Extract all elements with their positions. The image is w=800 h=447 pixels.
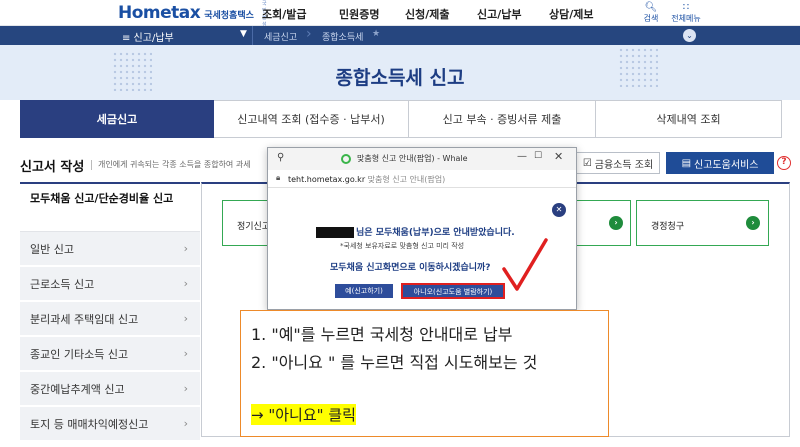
menu-certificate[interactable]: 민원증명 [339, 6, 379, 22]
popup-address-bar: 🔒︎ teht.hometax.go.kr 맞춤형 신고 안내(팝업) [268, 170, 576, 188]
chevron-right-icon: › [183, 347, 188, 360]
chevron-right-icon: › [183, 312, 188, 325]
menu-inquiry[interactable]: 조회/발급 [262, 6, 307, 22]
card-label: 경정청구 [651, 222, 685, 232]
menu-application[interactable]: 신청/제출 [405, 6, 450, 22]
section-description: 개인에게 귀속되는 각종 소득을 종합하여 과세 [98, 160, 251, 169]
side-item-housing-rental[interactable]: 분리과세 주택임대 신고 › [20, 302, 200, 336]
menu-consult[interactable]: 상담/제보 [549, 6, 594, 22]
popup-dismiss-icon[interactable]: ✕ [552, 203, 566, 217]
side-item-label: 분리과세 주택임대 신고 [30, 312, 139, 326]
side-item-label: 토지 등 매매차익예정신고 [30, 417, 149, 431]
favicon-icon [341, 154, 351, 164]
no-browse-button[interactable]: 아니오(신고도움 별람하기) [401, 283, 505, 299]
title-band: 종합소득세 신고 [0, 45, 800, 100]
side-item-label: 종교인 기타소득 신고 [30, 347, 129, 361]
search-button[interactable]: 🔍︎ 검색 [636, 2, 666, 24]
red-check-mark-icon [502, 238, 548, 291]
chevron-right-icon: › [183, 277, 188, 290]
breadcrumb-bar: ≡ 신고/납부 ▼ 세금신고 › 종합소득세 ★ ⌄ [0, 26, 800, 45]
card-middle-partial[interactable]: › [571, 200, 631, 246]
yes-report-button[interactable]: 예(신고하기) [335, 284, 393, 298]
popup-message-question: 모두채움 신고화면으로 이동하시겠습니까? [330, 263, 491, 273]
page-title: 종합소득세 신고 [335, 67, 465, 89]
popup-title: 맞춤형 신고 안내(팝업) - Whale [357, 154, 468, 163]
chevron-right-icon: › [183, 382, 188, 395]
menu-report-payment[interactable]: 신고/납부 [477, 6, 522, 22]
popup-url: teht.hometax.go.kr 맞춤형 신고 안내(팝업) [288, 174, 445, 185]
tab-tax-report[interactable]: 세금신고 [20, 100, 214, 138]
financial-income-label: 금융소득 조회 [594, 159, 654, 171]
chevron-right-icon: › [183, 417, 188, 430]
redacted-name [316, 227, 354, 238]
side-item-general[interactable]: 일반 신고 › [20, 232, 200, 266]
side-item-land-trade[interactable]: 토지 등 매매차익예정신고 › [20, 407, 200, 441]
financial-income-button[interactable]: ☑ 금융소득 조회 [576, 152, 660, 174]
go-icon: › [746, 216, 760, 230]
grid-icon: ∷ [682, 2, 690, 13]
breadcrumb-menu[interactable]: ≡ 신고/납부 [122, 29, 174, 44]
maximize-icon[interactable]: ☐ [534, 151, 542, 161]
top-nav: 국민을 섬기는 Hometax 국세청홈택스 조회/발급 민원증명 신청/제출 … [0, 0, 800, 42]
go-icon: › [609, 216, 623, 230]
pin-icon[interactable]: ⚲ [277, 152, 284, 163]
logo-text: Hometax [118, 3, 201, 23]
card-correction-claim[interactable]: 경정청구 › [636, 200, 769, 246]
all-menu-label: 전체메뉴 [671, 14, 701, 23]
chevron-right-icon: › [306, 26, 312, 42]
note-line-1: 1. "예"를 누르면 국세청 안내대로 납부 [251, 325, 513, 344]
side-item-prefilled[interactable]: 모두채움 신고/단순경비율 신고 [20, 184, 200, 232]
note-line-3: → "아니요" 클릭 [251, 404, 356, 425]
breadcrumb-item-income-tax[interactable]: 종합소득세 [322, 30, 363, 43]
search-icon: 🔍︎ [644, 2, 658, 13]
tab-bar: 세금신고 신고내역 조회 (접수증 · 납부서) 신고 부속 · 증빙서류 제출… [20, 100, 782, 138]
help-icon[interactable]: ? [777, 156, 791, 170]
side-item-earned-income[interactable]: 근로소득 신고 › [20, 267, 200, 301]
popup-message-guide: 님은 모두채움(납부)으로 안내받았습니다. [356, 228, 515, 238]
tab-submit-documents[interactable]: 신고 부속 · 증빙서류 제출 [409, 100, 596, 138]
breadcrumb-item-tax-report[interactable]: 세금신고 [264, 30, 297, 43]
chevron-right-icon: › [183, 242, 188, 255]
side-item-label: 근로소득 신고 [30, 277, 95, 291]
section-title: 신고서 작성 [20, 160, 85, 175]
annotation-note: 1. "예"를 누르면 국세청 안내대로 납부 2. "아니요 " 를 누르면 … [240, 310, 609, 437]
star-icon[interactable]: ★ [372, 29, 380, 39]
checkbox-icon: ☑ [582, 157, 592, 169]
side-item-interim[interactable]: 중간예납추계액 신고 › [20, 372, 200, 406]
popup-message-note: *국세청 보유자료로 맞춤형 신고 미리 작성 [340, 242, 465, 250]
side-item-religious[interactable]: 종교인 기타소득 신고 › [20, 337, 200, 371]
expand-icon[interactable]: ⌄ [683, 29, 696, 42]
section-divider [91, 160, 92, 170]
caret-down-icon[interactable]: ▼ [240, 29, 247, 39]
all-menu-button[interactable]: ∷ 전체메뉴 [668, 2, 704, 24]
card-label: 정기신고 [237, 222, 271, 232]
minimize-icon[interactable]: — [517, 151, 527, 162]
book-icon: ▤ [681, 157, 692, 169]
breadcrumb-divider [252, 26, 253, 45]
lock-icon: 🔒︎ [276, 173, 281, 182]
close-icon[interactable]: ✕ [554, 150, 563, 163]
logo-subtitle: 국세청홈택스 [204, 11, 254, 21]
note-line-2: 2. "아니요 " 를 누르면 직접 시도해보는 것 [251, 353, 538, 372]
url-path: 맞춤형 신고 안내(팝업) [367, 175, 446, 184]
hometax-logo[interactable]: 국민을 섬기는 Hometax 국세청홈택스 [118, 1, 267, 42]
report-help-button[interactable]: ▤ 신고도움서비스 [666, 152, 774, 174]
tab-report-history[interactable]: 신고내역 조회 (접수증 · 납부서) [214, 100, 409, 138]
side-item-label: 중간예납추계액 신고 [30, 382, 125, 396]
side-item-label: 일반 신고 [30, 242, 74, 256]
url-host: teht.hometax.go.kr [288, 175, 366, 184]
search-label: 검색 [643, 14, 659, 23]
popup-titlebar: ⚲ 맞춤형 신고 안내(팝업) - Whale — ☐ ✕ [268, 148, 576, 170]
side-menu: 모두채움 신고/단순경비율 신고 일반 신고 › 근로소득 신고 › 분리과세 주택… [20, 182, 200, 447]
report-help-label: 신고도움서비스 [694, 159, 759, 171]
tab-deleted-history[interactable]: 삭제내역 조회 [596, 100, 782, 138]
